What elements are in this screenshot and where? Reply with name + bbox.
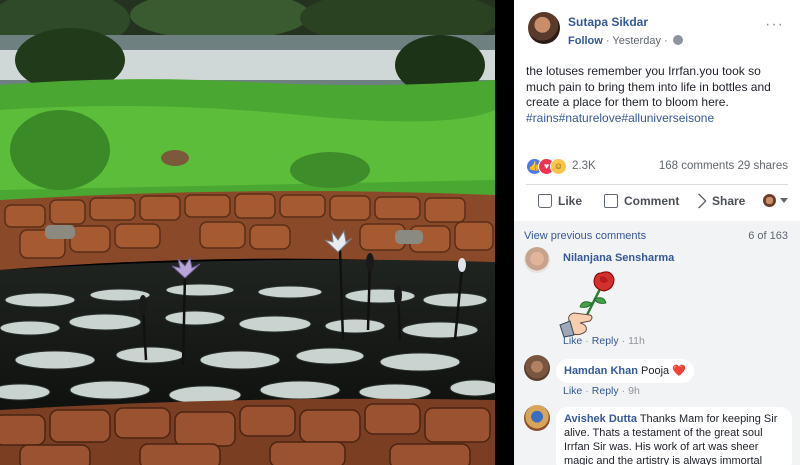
author-avatar[interactable]: [528, 12, 560, 44]
comment-actions: Like · Reply · 9h: [563, 385, 640, 397]
comments-count[interactable]: 168 comments: [659, 160, 734, 172]
divider: [526, 184, 788, 185]
react-as-selector[interactable]: [763, 194, 788, 207]
photo-illustration: [0, 0, 495, 465]
comment-text: Pooja ❤️: [641, 365, 686, 377]
share-label: Share: [712, 194, 746, 208]
follow-link[interactable]: Follow: [568, 35, 603, 47]
comment-share-counts: 168 comments 29 shares: [659, 160, 788, 172]
comment-label: Comment: [624, 194, 680, 208]
comment-button[interactable]: Comment: [604, 194, 679, 208]
photo-viewer: [0, 0, 514, 465]
commenter-name[interactable]: Hamdan Khan: [564, 365, 638, 377]
reaction-summary: 👍 ♥ ☺ 2.3K 168 comments 29 shares: [526, 158, 788, 178]
more-options-icon[interactable]: ···: [765, 16, 784, 34]
meta-separator-2: ·: [664, 35, 668, 47]
comment-reply-link[interactable]: Reply: [592, 335, 619, 347]
post-actions: Like Comment Share: [526, 188, 788, 216]
comment-time[interactable]: 11h: [628, 335, 645, 347]
globe-icon: [672, 35, 683, 45]
like-label: Like: [558, 194, 583, 208]
meta-separator: ·: [605, 35, 610, 47]
thumbs-up-icon: [538, 194, 552, 208]
like-button[interactable]: Like: [538, 194, 582, 208]
post-text: the lotuses remember you Irrfan.you took…: [526, 64, 788, 126]
comment-like-link[interactable]: Like: [563, 335, 582, 347]
commenter-name[interactable]: Avishek Dutta: [564, 413, 637, 425]
share-button[interactable]: Share: [691, 193, 746, 209]
chevron-down-icon: [780, 198, 788, 203]
post-meta: Follow · Yesterday ·: [568, 35, 683, 47]
comment-reply-link[interactable]: Reply: [592, 385, 619, 397]
post-header: Sutapa Sikdar Follow · Yesterday · ···: [528, 12, 798, 52]
haha-icon: ☺: [550, 158, 567, 175]
post-body: the lotuses remember you Irrfan.you took…: [526, 64, 771, 109]
post-side-panel: Sutapa Sikdar Follow · Yesterday · ··· t…: [514, 0, 800, 465]
comment-actions: Like · Reply · 11h: [563, 335, 645, 347]
commenter-avatar[interactable]: [524, 247, 550, 273]
view-previous-comments-link[interactable]: View previous comments: [524, 230, 646, 242]
speech-bubble-icon: [604, 194, 618, 208]
author-name[interactable]: Sutapa Sikdar: [568, 15, 648, 29]
user-avatar: [763, 194, 776, 207]
comments-pager-count: 6 of 163: [748, 230, 788, 242]
comment-like-link[interactable]: Like: [563, 385, 582, 397]
post-photo-lotus-pond[interactable]: [0, 0, 495, 465]
post-timestamp[interactable]: Yesterday: [612, 35, 661, 47]
post-hashtags[interactable]: #rains#naturelove#alluniverseisone: [526, 111, 788, 127]
comment-bubble: Avishek Dutta Thanks Mam for keeping Sir…: [556, 407, 792, 465]
share-arrow-icon: [691, 193, 707, 209]
commenter-avatar[interactable]: [524, 405, 550, 431]
shares-count[interactable]: 29 shares: [737, 160, 788, 172]
comment-time[interactable]: 9h: [628, 385, 640, 397]
commenter-name[interactable]: Nilanjana Sensharma: [563, 252, 674, 264]
comment-bubble: Hamdan Khan Pooja ❤️: [556, 359, 694, 383]
commenter-avatar[interactable]: [524, 355, 550, 381]
hand-holding-rose-sticker: [559, 271, 615, 338]
reaction-count[interactable]: 2.3K: [572, 160, 596, 172]
comments-section: View previous comments 6 of 163 Nilanjan…: [514, 221, 800, 465]
